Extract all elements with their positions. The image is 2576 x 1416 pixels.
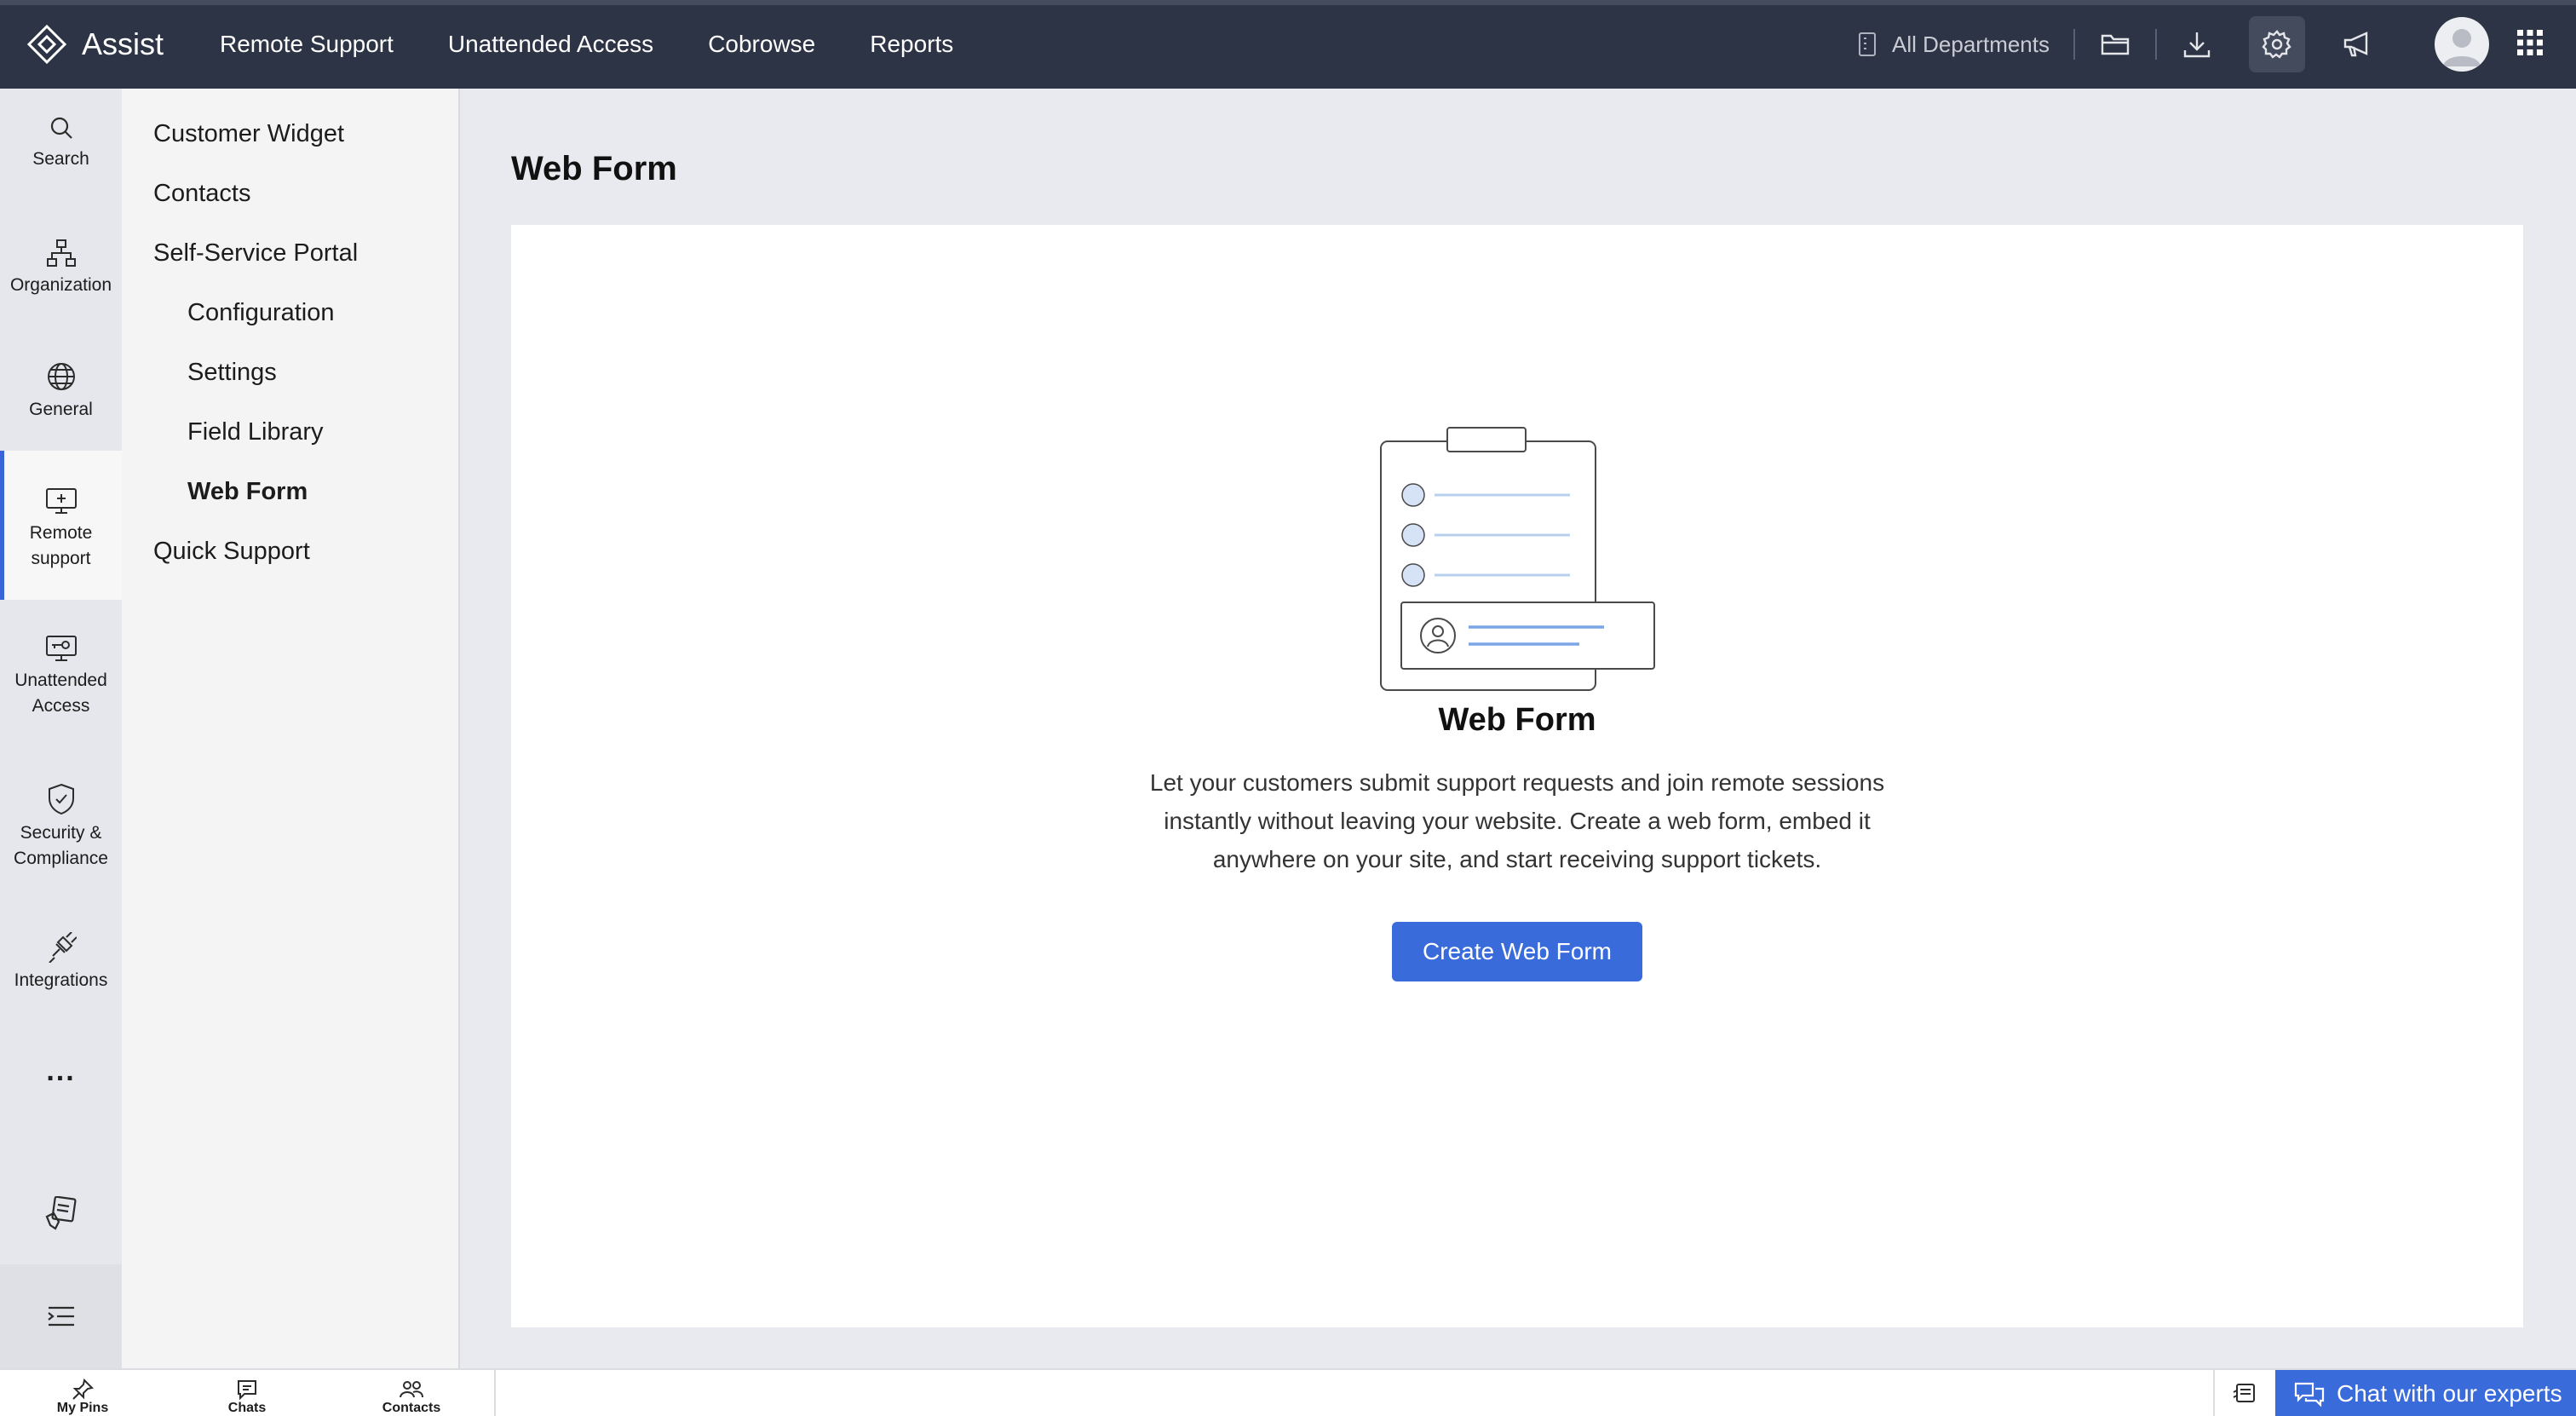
search-icon	[50, 117, 72, 139]
announcements-button[interactable]	[2329, 16, 2385, 72]
rail-item-search[interactable]: Search	[0, 114, 122, 172]
rail-item-label: Security & Compliance	[14, 823, 108, 868]
submenu-web-form[interactable]: Web Form	[187, 478, 308, 506]
rail-item-unattended-access[interactable]: Unattended Access	[0, 634, 122, 719]
rail-item-label: Search	[32, 149, 89, 169]
pin-icon	[72, 1379, 94, 1400]
nav-cobrowse[interactable]: Cobrowse	[681, 31, 842, 58]
rail-item-label: Unattended Access	[14, 671, 107, 716]
rail-item-label: General	[29, 400, 93, 419]
divider	[2155, 29, 2157, 60]
monitor-plus-icon	[45, 488, 77, 514]
folder-button[interactable]	[2087, 16, 2143, 72]
rail-item-remote-support[interactable]: Remote support	[0, 451, 122, 600]
shield-check-icon	[48, 783, 74, 815]
chat-icon	[238, 1380, 256, 1401]
empty-state-title: Web Form	[1438, 702, 1596, 738]
bottom-tab-my-pins[interactable]: My Pins	[19, 1370, 147, 1416]
nav-remote-support[interactable]: Remote Support	[193, 31, 421, 58]
icon-rail: Search Organization General Remote suppo…	[0, 89, 122, 1368]
ticket-icon	[2233, 1384, 2255, 1402]
collapse-icon	[47, 1306, 74, 1327]
rail-item-organization[interactable]: Organization	[0, 239, 122, 298]
rail-item-label: Integrations	[14, 970, 108, 990]
rail-item-label: Organization	[9, 275, 112, 295]
nav-reports[interactable]: Reports	[842, 31, 980, 58]
top-right-tools: All Departments	[1858, 0, 2576, 89]
plug-icon	[48, 932, 77, 963]
department-label: All Departments	[1892, 31, 2050, 57]
collapse-menu-button[interactable]	[0, 1264, 122, 1368]
organization-icon	[46, 239, 76, 267]
submenu-quick-support[interactable]: Quick Support	[153, 538, 310, 566]
gear-icon	[2262, 30, 2291, 59]
submenu-field-library[interactable]: Field Library	[187, 418, 324, 446]
monitor-key-icon	[45, 636, 77, 661]
chat-with-experts-label: Chat with our experts	[2337, 1380, 2562, 1407]
building-icon	[1859, 32, 1877, 56]
department-selector[interactable]: All Departments	[1858, 32, 2050, 58]
app-name: Assist	[82, 26, 164, 61]
create-web-form-button[interactable]: Create Web Form	[1392, 922, 1642, 981]
megaphone-icon	[2343, 32, 2368, 57]
bottom-tab-contacts[interactable]: Contacts	[348, 1370, 475, 1416]
bottom-tab-chats[interactable]: Chats	[183, 1370, 311, 1416]
assist-logo-icon	[26, 24, 67, 65]
page-title: Web Form	[511, 150, 677, 187]
rail-item-label: Remote support	[29, 523, 93, 568]
chat-bubbles-icon	[2294, 1382, 2325, 1407]
nav-unattended-access[interactable]: Unattended Access	[421, 31, 681, 58]
user-avatar[interactable]	[2435, 17, 2489, 72]
settings-submenu: Customer Widget Contacts Self-Service Po…	[122, 89, 460, 1368]
chat-with-experts-button[interactable]: Chat with our experts	[2275, 1370, 2576, 1416]
top-nav: Remote Support Unattended Access Cobrows…	[193, 0, 980, 89]
more-options-button[interactable]: ...	[0, 1055, 122, 1087]
bottom-tab-label: Contacts	[382, 1401, 441, 1415]
top-bar: Assist Remote Support Unattended Access …	[0, 0, 2576, 89]
web-form-illustration	[1380, 427, 1655, 691]
submenu-configuration[interactable]: Configuration	[187, 299, 335, 327]
apps-button[interactable]	[2516, 29, 2544, 60]
rail-item-general[interactable]: General	[0, 361, 122, 423]
rail-item-security-compliance[interactable]: Security & Compliance	[0, 783, 122, 872]
rail-item-integrations[interactable]: Integrations	[0, 932, 122, 993]
download-button[interactable]	[2169, 16, 2225, 72]
app-grid-icon	[2517, 29, 2543, 55]
folder-icon	[2101, 34, 2130, 55]
submenu-contacts[interactable]: Contacts	[153, 180, 250, 208]
brand[interactable]: Assist	[26, 0, 164, 89]
ticket-button[interactable]	[2215, 1370, 2274, 1416]
submenu-self-service-portal[interactable]: Self-Service Portal	[153, 239, 358, 268]
submenu-settings[interactable]: Settings	[187, 359, 277, 387]
more-icon: ...	[46, 1055, 76, 1087]
rail-item-tickets[interactable]	[0, 1196, 122, 1230]
bottom-bar: My Pins Chats Contacts Chat with our exp…	[0, 1368, 2576, 1416]
bottom-tab-label: My Pins	[56, 1401, 109, 1415]
bottom-tab-label: Chats	[227, 1401, 267, 1415]
submenu-customer-widget[interactable]: Customer Widget	[153, 120, 344, 148]
download-icon	[2183, 32, 2211, 58]
settings-button[interactable]	[2249, 16, 2305, 72]
divider	[494, 1370, 496, 1416]
divider	[2073, 29, 2075, 60]
globe-icon	[47, 363, 75, 390]
contacts-icon	[400, 1381, 423, 1398]
ticket-hand-icon	[45, 1196, 77, 1230]
content-panel: Web Form Let your customers submit suppo…	[511, 225, 2523, 1327]
empty-state-description: Let your customers submit support reques…	[1149, 769, 1885, 872]
user-icon	[2443, 29, 2481, 66]
